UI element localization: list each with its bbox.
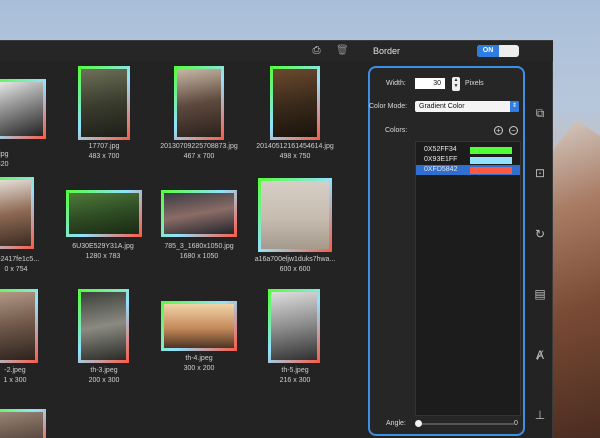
thumbnail-size: 0 x 320 <box>0 161 9 168</box>
thumbnail-filename: 543.jpg <box>0 151 9 158</box>
thumbnail-filename: 785_3_1680x1050.jpg <box>164 243 234 250</box>
color-hex: 0X52FF34 <box>424 146 457 153</box>
color-mode-select[interactable]: Gradient Color ⇕ <box>415 101 519 112</box>
color-row[interactable]: 0X52FF34 <box>416 145 520 155</box>
width-input[interactable]: 30 <box>415 78 445 89</box>
thumbnail-size: 0 x 754 <box>4 266 28 273</box>
watermark-icon[interactable]: Ⱥ <box>528 345 552 365</box>
thumbnail-size: 300 x 200 <box>183 365 215 372</box>
thumbnail-size: 498 x 750 <box>279 153 311 160</box>
toolbar: ⎙ 🗑 Border ON <box>0 41 553 61</box>
angle-slider-track[interactable] <box>418 423 514 425</box>
color-row-selected[interactable]: 0XFD5842 <box>416 165 520 175</box>
add-color-icon[interactable]: + <box>494 126 503 135</box>
thumbnail-grid: 543.jpg 0 x 320 17707.jpg 483 x 700 2013… <box>0 61 355 438</box>
stamp-icon[interactable]: ⊥ <box>528 405 552 425</box>
thumbnail-filename: 17707.jpg <box>88 143 120 150</box>
thumbnail-filename: th-3.jpeg <box>90 367 118 374</box>
thumbnail[interactable] <box>78 66 130 140</box>
thumbnail[interactable] <box>174 66 224 140</box>
thumbnail[interactable] <box>270 66 320 140</box>
thumbnail-size: 1280 x 783 <box>85 253 121 260</box>
width-label: Width: <box>386 80 406 87</box>
thumbnail-size: 200 x 300 <box>88 377 120 384</box>
thumbnail[interactable] <box>161 190 237 237</box>
thumbnail[interactable] <box>0 177 34 249</box>
angle-value: 0 <box>514 420 518 427</box>
app-window: ⎙ 🗑 Border ON 543.jpg 0 x 320 17707.jpg … <box>0 40 553 438</box>
width-unit-label: Pixels <box>465 80 484 87</box>
colors-label: Colors: <box>385 127 408 134</box>
thumbnail[interactable] <box>66 190 142 237</box>
thumbnail-size: 600 x 600 <box>279 266 311 273</box>
border-icon[interactable]: ▤ <box>528 284 552 304</box>
color-swatch <box>470 157 512 164</box>
thumbnail-filename: th-4.jpeg <box>185 355 213 362</box>
thumbnail-size: 1680 x 1050 <box>179 253 219 260</box>
crop-icon[interactable]: ⧉ <box>528 103 552 123</box>
thumbnail[interactable] <box>258 178 332 252</box>
trash-icon[interactable]: 🗑 <box>336 45 349 56</box>
thumbnail-filename: th-5.jpeg <box>281 367 309 374</box>
rotate-icon[interactable]: ↻ <box>528 224 552 244</box>
color-mode-label: Color Mode: <box>369 103 408 110</box>
thumbnail-filename: 6U30E529Y31A.jpg <box>72 243 134 250</box>
printer-icon[interactable]: ⎙ <box>312 45 321 56</box>
chevron-updown-icon: ⇕ <box>510 101 519 112</box>
thumbnail[interactable] <box>161 301 237 351</box>
thumbnail-size: 467 x 700 <box>183 153 215 160</box>
thumbnail-size: 483 x 700 <box>88 153 120 160</box>
thumbnail[interactable] <box>0 79 46 139</box>
thumbnail[interactable] <box>0 289 38 363</box>
thumbnail[interactable] <box>78 289 129 363</box>
color-row[interactable]: 0X93E1FF <box>416 155 520 165</box>
thumbnail[interactable] <box>0 409 46 438</box>
thumbnail-filename: a16a700eljw1duks7hwa... <box>254 256 336 263</box>
color-swatch <box>470 147 512 154</box>
border-settings-panel: Width: 30 ▲ ▼ Pixels Color Mode: Gradient… <box>368 66 525 436</box>
color-hex: 0X93E1FF <box>424 156 458 163</box>
thumbnail[interactable] <box>268 289 320 363</box>
color-list: 0X52FF34 0X93E1FF 0XFD5842 <box>415 141 521 416</box>
angle-slider-knob[interactable] <box>415 420 422 427</box>
thumbnail-filename: 20130709225708873.jpg <box>160 143 238 150</box>
border-toggle[interactable]: ON <box>477 45 519 57</box>
thumbnail-filename: 20140512161454614.jpg <box>256 143 334 150</box>
remove-color-icon[interactable]: − <box>509 126 518 135</box>
color-hex: 0XFD5842 <box>424 166 458 173</box>
text-frame-icon[interactable]: ⊡ <box>528 163 552 183</box>
color-swatch <box>470 167 512 174</box>
color-mode-value: Gradient Color <box>419 103 465 110</box>
width-stepper[interactable]: ▲ ▼ <box>452 77 460 91</box>
toggle-on-label: ON <box>477 45 499 57</box>
panel-title: Border <box>373 46 401 56</box>
stepper-down-icon[interactable]: ▼ <box>452 83 460 89</box>
angle-label: Angle: <box>386 420 406 427</box>
thumbnail-size: 216 x 300 <box>279 377 311 384</box>
